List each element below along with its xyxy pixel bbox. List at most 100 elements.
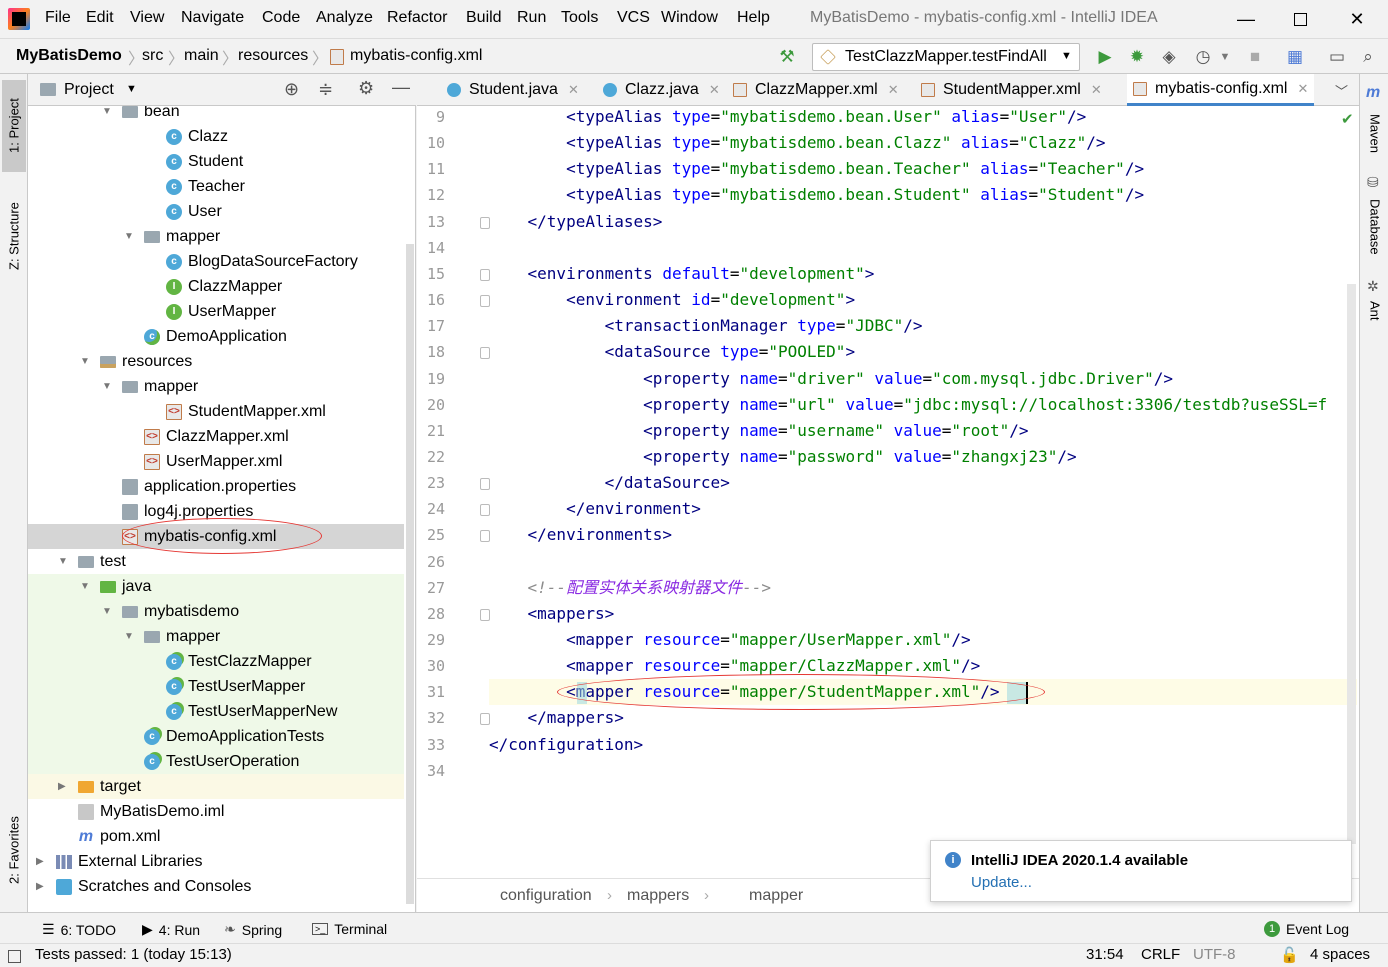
indent-setting[interactable]: 4 spaces bbox=[1310, 946, 1370, 963]
tree-item[interactable]: ▶ target bbox=[28, 774, 404, 799]
breadcrumb-configuration[interactable]: configuration bbox=[500, 887, 592, 905]
menu-run[interactable]: Run bbox=[517, 9, 546, 27]
tree-item[interactable]: c TestClazzMapper bbox=[28, 649, 404, 674]
tree-item[interactable]: m pom.xml bbox=[28, 824, 404, 849]
ant-tool-tab[interactable]: Ant bbox=[1363, 296, 1387, 326]
run-icon[interactable]: ▶ bbox=[1094, 46, 1116, 68]
tab-mybatis-config-xml[interactable]: mybatis-config.xml ✕ bbox=[1127, 74, 1315, 106]
code-line[interactable]: <dataSource type="POOLED"> bbox=[489, 339, 1357, 365]
todo-tool-button[interactable]: ☰ 6: TODO bbox=[42, 921, 116, 938]
menu-code[interactable]: Code bbox=[262, 9, 300, 27]
gear-icon[interactable]: ⚙ bbox=[358, 78, 374, 99]
tree-item[interactable]: <> UserMapper.xml bbox=[28, 449, 404, 474]
status-message[interactable]: Tests passed: 1 (today 15:13) bbox=[35, 946, 232, 963]
code-line[interactable]: <environments default="development"> bbox=[489, 261, 1357, 287]
status-toggle-icon[interactable] bbox=[8, 950, 21, 963]
run-config-select[interactable]: TestClazzMapper.testFindAll ▼ bbox=[812, 43, 1080, 71]
tab-clazzmapper-xml[interactable]: ClazzMapper.xml ✕ bbox=[733, 74, 899, 106]
favorites-tool-tab[interactable]: 2: Favorites bbox=[2, 798, 26, 902]
close-icon[interactable]: ✕ bbox=[1091, 82, 1102, 98]
tree-item[interactable]: application.properties bbox=[28, 474, 404, 499]
maven-tool-tab[interactable]: Maven bbox=[1363, 104, 1387, 164]
breadcrumb-mapper[interactable]: mapper bbox=[749, 887, 803, 905]
project-view-title[interactable]: Project bbox=[64, 81, 114, 99]
expand-arrow-icon[interactable]: ▼ bbox=[102, 381, 114, 392]
code-line[interactable]: <typeAlias type="mybatisdemo.bean.Clazz"… bbox=[489, 130, 1357, 156]
crumb-main[interactable]: main bbox=[184, 47, 219, 65]
collapse-all-icon[interactable]: ≑ bbox=[318, 79, 333, 100]
search-everywhere-icon[interactable]: ⌕ bbox=[1357, 46, 1379, 68]
coverage-icon[interactable]: ◈ bbox=[1158, 46, 1180, 68]
tree-item[interactable]: c Clazz bbox=[28, 124, 404, 149]
tree-item[interactable]: c Student bbox=[28, 149, 404, 174]
menu-help[interactable]: Help bbox=[737, 9, 770, 27]
stop-icon[interactable]: ■ bbox=[1244, 46, 1266, 68]
tree-item[interactable]: MyBatisDemo.iml bbox=[28, 799, 404, 824]
menu-file[interactable]: File bbox=[45, 9, 71, 27]
profile-icon[interactable]: ◷ bbox=[1192, 46, 1214, 68]
tree-item[interactable]: ▼ java bbox=[28, 574, 404, 599]
code-line[interactable]: <environment id="development"> bbox=[489, 287, 1357, 313]
code-line[interactable]: <mappers> bbox=[489, 601, 1357, 627]
expand-arrow-icon[interactable]: ▼ bbox=[102, 606, 114, 617]
code-line[interactable]: <!--配置实体关系映射器文件--> bbox=[489, 575, 1357, 601]
profile-dropdown-icon[interactable]: ▼ bbox=[1214, 46, 1236, 68]
update-link[interactable]: Update... bbox=[971, 874, 1032, 891]
tree-item[interactable]: I UserMapper bbox=[28, 299, 404, 324]
crumb-file[interactable]: mybatis-config.xml bbox=[350, 47, 482, 65]
line-separator[interactable]: CRLF bbox=[1141, 946, 1180, 963]
code-line[interactable]: </environment> bbox=[489, 496, 1357, 522]
expand-arrow-icon[interactable]: ▼ bbox=[80, 581, 92, 592]
tree-item[interactable]: <> StudentMapper.xml bbox=[28, 399, 404, 424]
database-tool-tab[interactable]: Database bbox=[1363, 192, 1387, 262]
editor-scrollbar[interactable] bbox=[1347, 284, 1356, 844]
event-log-button[interactable]: 1 Event Log bbox=[1264, 921, 1349, 937]
file-encoding[interactable]: UTF-8 bbox=[1193, 946, 1236, 963]
menu-build[interactable]: Build bbox=[466, 9, 502, 27]
tree-item[interactable]: c BlogDataSourceFactory bbox=[28, 249, 404, 274]
crumb-project[interactable]: MyBatisDemo bbox=[16, 47, 122, 65]
tree-item[interactable]: c Teacher bbox=[28, 174, 404, 199]
code-line[interactable] bbox=[489, 235, 1357, 261]
expand-arrow-icon[interactable]: ▼ bbox=[124, 231, 136, 242]
code-line[interactable] bbox=[489, 758, 1357, 784]
structure-tool-tab[interactable]: Z: Structure bbox=[2, 186, 26, 286]
expand-arrow-icon[interactable]: ▼ bbox=[80, 356, 92, 367]
maximize-button[interactable] bbox=[1280, 6, 1320, 32]
menu-edit[interactable]: Edit bbox=[86, 9, 114, 27]
code-line[interactable]: <typeAlias type="mybatisdemo.bean.Studen… bbox=[489, 182, 1357, 208]
terminal-tool-button[interactable]: >_ Terminal bbox=[312, 921, 387, 937]
hide-panel-icon[interactable]: — bbox=[392, 77, 410, 98]
tree-item[interactable]: c TestUserMapper bbox=[28, 674, 404, 699]
window-layout-icon[interactable]: ▭ bbox=[1326, 46, 1348, 68]
menu-view[interactable]: View bbox=[130, 9, 164, 27]
project-structure-icon[interactable]: ▦ bbox=[1284, 46, 1306, 68]
tree-item[interactable]: c DemoApplicationTests bbox=[28, 724, 404, 749]
spring-tool-button[interactable]: ❧ Spring bbox=[224, 921, 282, 938]
close-icon[interactable]: ✕ bbox=[568, 82, 579, 98]
code-line[interactable]: <typeAlias type="mybatisdemo.bean.Teache… bbox=[489, 156, 1357, 182]
tree-item[interactable]: c TestUserMapperNew bbox=[28, 699, 404, 724]
code-line[interactable]: </typeAliases> bbox=[489, 209, 1357, 235]
code-line[interactable]: <property name="driver" value="com.mysql… bbox=[489, 366, 1357, 392]
crumb-resources[interactable]: resources bbox=[238, 47, 308, 65]
crumb-src[interactable]: src bbox=[142, 47, 163, 65]
locate-target-icon[interactable]: ⊕ bbox=[284, 79, 299, 100]
project-tool-tab[interactable]: 1: Project bbox=[2, 80, 26, 172]
minimize-button[interactable]: — bbox=[1226, 6, 1266, 32]
tree-item[interactable]: ▼ mapper bbox=[28, 374, 404, 399]
tree-item[interactable]: I ClazzMapper bbox=[28, 274, 404, 299]
tree-item[interactable]: ▼ resources bbox=[28, 349, 404, 374]
collapse-arrow-icon[interactable]: ▶ bbox=[36, 881, 48, 892]
code-line[interactable]: </configuration> bbox=[489, 732, 1357, 758]
chevron-down-icon[interactable]: ▼ bbox=[126, 83, 137, 95]
code-line[interactable]: <property name="url" value="jdbc:mysql:/… bbox=[489, 392, 1357, 418]
code-line[interactable]: <property name="password" value="zhangxj… bbox=[489, 444, 1357, 470]
tree-item[interactable]: ▼ mybatisdemo bbox=[28, 599, 404, 624]
tab-studentmapper-xml[interactable]: StudentMapper.xml ✕ bbox=[921, 74, 1102, 106]
breadcrumb-mappers[interactable]: mappers bbox=[627, 887, 689, 905]
tree-item[interactable]: ▶ Scratches and Consoles bbox=[28, 874, 404, 899]
build-hammer-icon[interactable]: ⚒ bbox=[776, 46, 798, 68]
menu-analyze[interactable]: Analyze bbox=[316, 9, 373, 27]
collapse-arrow-icon[interactable]: ▶ bbox=[36, 856, 48, 867]
